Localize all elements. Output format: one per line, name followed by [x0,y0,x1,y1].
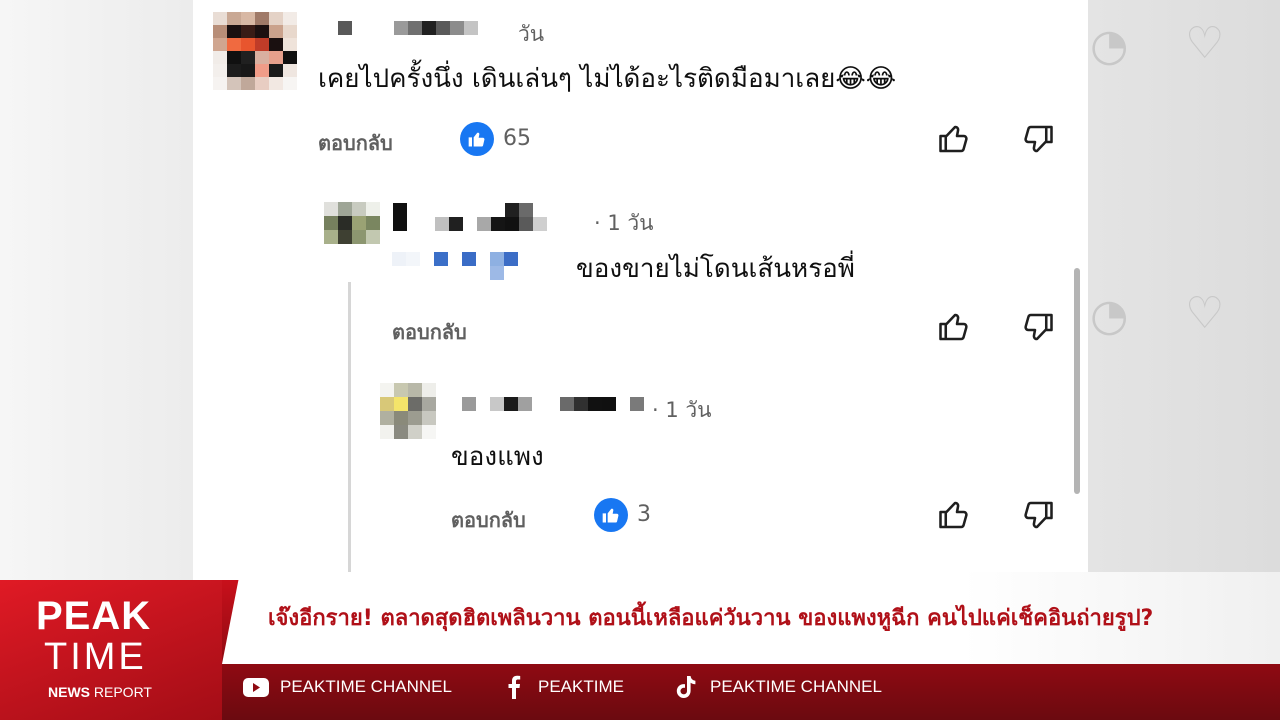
thumbs-up-outline-icon[interactable] [936,497,972,533]
thumbs-down-outline-icon[interactable] [1020,309,1056,345]
headline-text: เจ๊งอีกราย! ตลาดสุดฮิตเพลินวาน ตอนนี้เหล… [268,606,1154,631]
social-label: PEAKTIME [538,677,624,696]
reply-button[interactable]: ตอบกลับ [318,127,393,159]
avatar-pixelated[interactable] [324,202,380,244]
logo-news: NEWS [48,684,90,700]
comment-time: วัน [518,22,545,46]
thumbs-up-outline-icon[interactable] [936,309,972,345]
comment-body: เคยไปครั้งนึ่ง เดินเล่นๆ ไม่ได้อะไรติดมื… [318,64,836,94]
social-youtube: PEAKTIME CHANNEL [242,676,452,698]
blurred-bg-icon: ◔ [1090,290,1129,341]
social-label: PEAKTIME CHANNEL [710,677,882,696]
comment-body: ของขายไม่โดนเส้นหรอพี่ [576,254,855,284]
thumbs-down-outline-icon[interactable] [1020,121,1056,157]
like-count: 3 [637,502,651,527]
like-count: 65 [503,126,531,151]
comment-time: · 1 วัน [652,398,712,422]
thumbs-up-icon [594,498,628,532]
logo-news-report: NEWS REPORT [48,684,152,700]
comment-body: ของแพง [451,442,544,472]
reply-button[interactable]: ตอบกลับ [392,316,467,348]
username-pixelated[interactable] [393,203,561,231]
blurred-bg-icon: ♡ [1185,18,1225,69]
blurred-bg-icon: ♡ [1185,288,1225,339]
youtube-icon [242,676,270,698]
reply-button[interactable]: ตอบกลับ [451,504,526,536]
avatar-pixelated[interactable] [213,12,297,90]
scrollbar[interactable] [1074,268,1080,494]
thread-line [348,282,351,580]
mention-pixelated[interactable] [392,252,532,280]
logo-time: TIME [44,636,147,678]
tiktok-icon [672,676,700,698]
blurred-bg-icon: ◔ [1090,20,1129,71]
facebook-icon [500,675,528,699]
avatar-pixelated[interactable] [380,383,436,439]
thumbs-up-icon [460,122,494,156]
thumbs-up-outline-icon[interactable] [936,121,972,157]
logo-peak: PEAK [36,594,152,638]
logo-report: REPORT [93,684,152,700]
laughing-emoji-icon: 😂😂 [835,64,897,94]
comment-time: · 1 วัน [594,211,654,235]
thumbs-down-outline-icon[interactable] [1020,497,1056,533]
username-pixelated[interactable] [462,397,644,411]
social-tiktok: PEAKTIME CHANNEL [672,676,882,698]
social-label: PEAKTIME CHANNEL [280,677,452,696]
username-pixelated[interactable] [338,21,478,35]
comment-text: เคยไปครั้งนึ่ง เดินเล่นๆ ไม่ได้อะไรติดมื… [318,58,896,99]
social-facebook: PEAKTIME [500,675,624,699]
